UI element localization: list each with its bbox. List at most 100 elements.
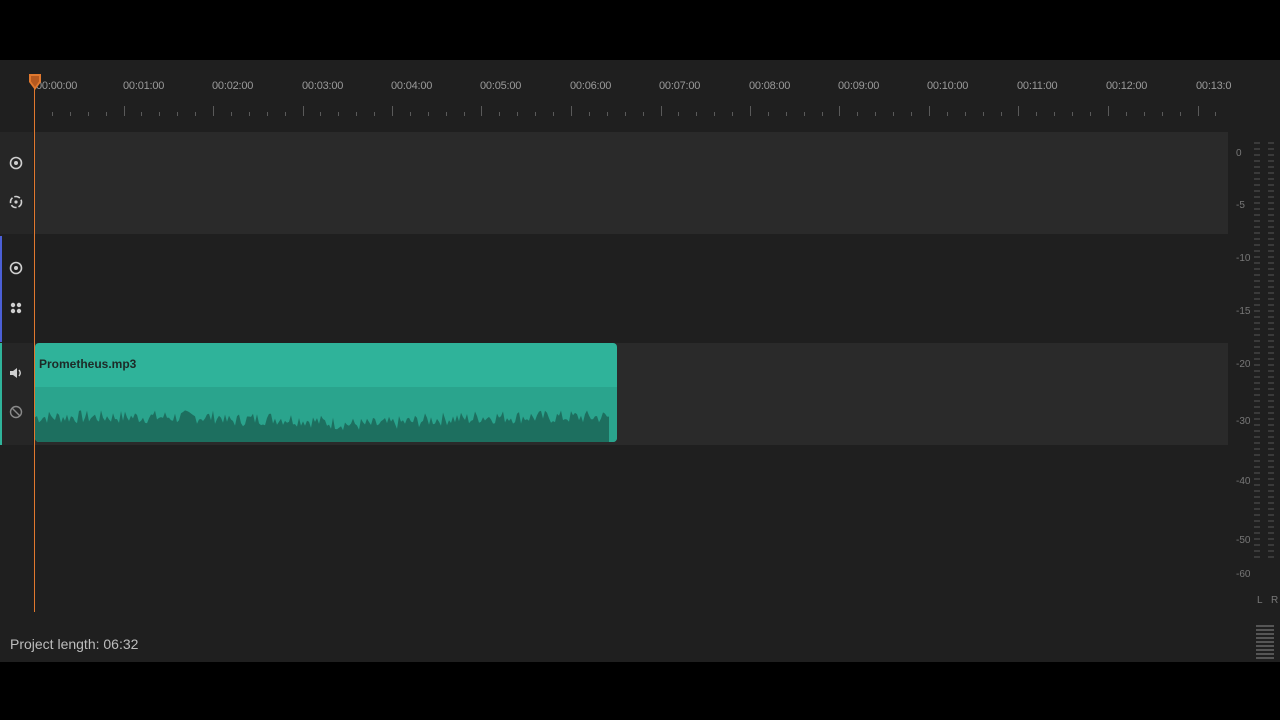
track-accent-bar <box>0 236 2 342</box>
meter-channel-left <box>1254 142 1260 562</box>
ruler-label: 00:13:0 <box>1196 80 1232 92</box>
playhead-handle[interactable] <box>29 74 41 101</box>
ruler-tick <box>285 112 286 116</box>
meter-label: -20 <box>1236 359 1251 370</box>
eye-icon[interactable] <box>8 155 24 171</box>
ruler-tick <box>1126 112 1127 116</box>
eye-icon[interactable] <box>8 260 24 276</box>
ruler-label: 00:12:00 <box>1106 80 1148 92</box>
ruler-tick <box>875 112 876 116</box>
meter-label: -5 <box>1236 200 1245 211</box>
ruler-tick <box>1108 106 1109 116</box>
meter-label: -10 <box>1236 253 1251 264</box>
ruler-tick <box>607 112 608 116</box>
effects-icon[interactable] <box>8 300 24 316</box>
ruler-tick <box>750 106 751 116</box>
ruler-tick <box>159 112 160 116</box>
playhead-line[interactable] <box>34 82 35 612</box>
meter-channel-right <box>1268 142 1274 562</box>
audio-clip[interactable]: Prometheus.mp3 <box>35 343 617 442</box>
clip-waveform <box>35 387 617 442</box>
track-lane-video-1[interactable] <box>34 132 1228 234</box>
ruler-tick <box>804 112 805 116</box>
ruler-tick <box>70 112 71 116</box>
ruler-tick <box>983 112 984 116</box>
time-ruler[interactable]: 00:00:00 00:01:00 00:02:00 00:03:00 00:0… <box>0 60 1280 122</box>
ruler-label: 00:04:00 <box>391 80 433 92</box>
track-lane-video-2[interactable] <box>34 236 1228 342</box>
ruler-tick <box>124 106 125 116</box>
ruler-tick <box>696 112 697 116</box>
ruler-tick <box>356 112 357 116</box>
ruler-tick <box>464 112 465 116</box>
ruler-tick <box>1180 112 1181 116</box>
ruler-tick <box>643 112 644 116</box>
project-length-label: Project length: 06:32 <box>10 636 139 652</box>
ruler-tick <box>535 112 536 116</box>
ruler-tick <box>1090 112 1091 116</box>
ruler-label: 00:00:00 <box>36 80 78 92</box>
track-accent-bar <box>0 343 2 445</box>
meter-label: -50 <box>1236 535 1251 546</box>
ruler-tick <box>213 106 214 116</box>
meter-channel-label-right: R <box>1271 595 1279 606</box>
meter-label: -30 <box>1236 416 1251 427</box>
ruler-label: 00:02:00 <box>212 80 254 92</box>
speaker-icon[interactable] <box>8 365 24 381</box>
meter-label: -60 <box>1236 569 1251 580</box>
ruler-tick <box>1162 112 1163 116</box>
ruler-label: 00:03:00 <box>302 80 344 92</box>
ruler-tick <box>141 112 142 116</box>
ruler-tick <box>893 112 894 116</box>
meter-peak-indicator <box>1256 625 1274 659</box>
ruler-tick <box>822 112 823 116</box>
lock-icon[interactable] <box>8 194 24 210</box>
waveform-graphic <box>35 410 609 442</box>
ruler-label: 00:06:00 <box>570 80 612 92</box>
ruler-tick <box>481 106 482 116</box>
ruler-tick <box>303 106 304 116</box>
ruler-tick <box>338 112 339 116</box>
meter-label: -15 <box>1236 306 1251 317</box>
ruler-tick <box>1215 112 1216 116</box>
ruler-tick <box>428 112 429 116</box>
ruler-tick <box>571 106 572 116</box>
ruler-tick <box>1144 112 1145 116</box>
link-icon[interactable] <box>8 404 24 420</box>
ruler-tick <box>177 112 178 116</box>
ruler-tick <box>678 112 679 116</box>
ruler-tick <box>392 106 393 116</box>
ruler-tick <box>1018 106 1019 116</box>
ruler-label: 00:08:00 <box>749 80 791 92</box>
ruler-tick <box>786 112 787 116</box>
ruler-tick <box>517 112 518 116</box>
ruler-tick <box>965 112 966 116</box>
ruler-tick <box>929 106 930 116</box>
ruler-tick <box>374 112 375 116</box>
ruler-tick <box>857 112 858 116</box>
ruler-tick <box>52 112 53 116</box>
meter-label: -40 <box>1236 476 1251 487</box>
ruler-tick <box>947 112 948 116</box>
ruler-tick <box>195 112 196 116</box>
ruler-tick <box>589 112 590 116</box>
ruler-tick <box>499 112 500 116</box>
meter-label: 0 <box>1236 148 1242 159</box>
ruler-tick <box>768 112 769 116</box>
ruler-tick <box>553 112 554 116</box>
track-header-video-2 <box>0 236 33 342</box>
ruler-label: 00:11:00 <box>1017 80 1058 92</box>
ruler-label: 00:10:00 <box>927 80 969 92</box>
ruler-tick <box>1001 112 1002 116</box>
ruler-tick <box>410 112 411 116</box>
ruler-tick <box>231 112 232 116</box>
ruler-tick <box>839 106 840 116</box>
ruler-tick <box>911 112 912 116</box>
timeline-panel: 00:00:00 00:01:00 00:02:00 00:03:00 00:0… <box>0 60 1280 662</box>
ruler-tick <box>1054 112 1055 116</box>
ruler-tick <box>106 112 107 116</box>
ruler-tick <box>88 112 89 116</box>
ruler-tick <box>1036 112 1037 116</box>
clip-name: Prometheus.mp3 <box>39 357 137 371</box>
ruler-tick <box>249 112 250 116</box>
